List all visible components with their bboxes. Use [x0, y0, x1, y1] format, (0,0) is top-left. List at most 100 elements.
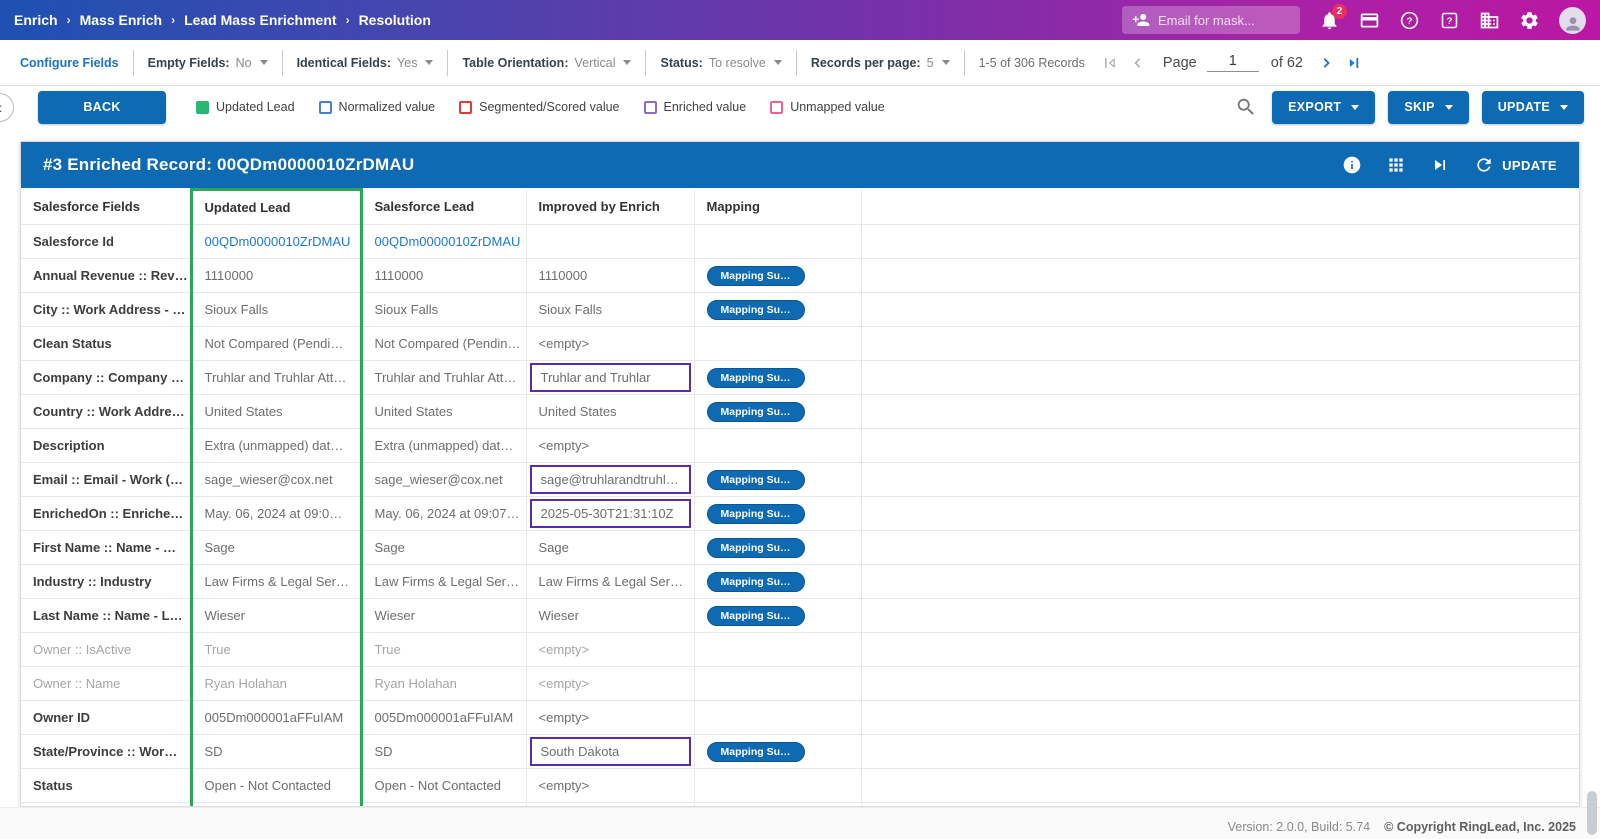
improved-by-enrich-cell[interactable]: 1110000 [526, 259, 694, 293]
updated-lead-cell[interactable]: True [191, 633, 361, 667]
email-mask-input[interactable] [1158, 13, 1286, 28]
updated-lead-cell[interactable]: Truhlar and Truhlar Att… [191, 361, 361, 395]
improved-by-enrich-cell[interactable]: <empty> [526, 701, 694, 735]
collapse-panel-button[interactable]: ‹ [0, 93, 14, 122]
help-square-icon[interactable]: ? [1439, 10, 1460, 31]
improved-by-enrich-cell[interactable] [526, 225, 694, 259]
page-number-input[interactable] [1207, 53, 1259, 72]
salesforce-lead-cell[interactable]: Sage [361, 531, 526, 565]
improved-by-enrich-cell[interactable]: 2025-05-30T21:31:10Z [526, 497, 694, 531]
updated-lead-cell[interactable]: Ryan Holahan [191, 667, 361, 701]
first-page-button[interactable] [1099, 52, 1121, 74]
settings-gear-icon[interactable] [1519, 10, 1540, 31]
updated-lead-cell[interactable]: Law Firms & Legal Ser… [191, 565, 361, 599]
mapping-status-badge[interactable]: Mapping Su… [707, 402, 805, 422]
company-building-icon[interactable] [1479, 10, 1500, 31]
mapping-cell: Mapping Su… [694, 565, 861, 599]
update-button[interactable]: UPDATE [1482, 91, 1584, 124]
breadcrumb-resolution[interactable]: Resolution [359, 12, 431, 28]
salesforce-lead-cell[interactable]: Truhlar and Truhlar Att… [361, 361, 526, 395]
updated-lead-cell[interactable]: 00QDm0000010ZrDMAU [191, 225, 361, 259]
back-button[interactable]: BACK [38, 91, 166, 124]
breadcrumb-mass-enrich[interactable]: Mass Enrich [80, 12, 162, 28]
empty-fields-filter[interactable]: Empty Fields: No [134, 50, 283, 76]
billing-card-icon[interactable] [1359, 10, 1380, 31]
col-header-improved-by-enrich: Improved by Enrich [526, 190, 694, 225]
mapping-status-badge[interactable]: Mapping Su… [707, 266, 805, 286]
grid-view-icon[interactable] [1386, 155, 1406, 175]
mapping-status-badge[interactable]: Mapping Su… [707, 504, 805, 524]
identical-fields-filter[interactable]: Identical Fields: Yes [283, 50, 449, 76]
updated-lead-cell[interactable]: Wieser [191, 599, 361, 633]
improved-by-enrich-cell[interactable]: <empty> [526, 429, 694, 463]
salesforce-lead-cell[interactable]: SD [361, 735, 526, 769]
configure-fields-link[interactable]: Configure Fields [20, 56, 119, 70]
improved-by-enrich-cell[interactable]: Wieser [526, 599, 694, 633]
last-page-button[interactable] [1343, 52, 1365, 74]
mapping-cell: Mapping Su… [694, 259, 861, 293]
salesforce-lead-cell[interactable]: Wieser [361, 599, 526, 633]
updated-lead-cell[interactable]: United States [191, 395, 361, 429]
improved-by-enrich-cell[interactable]: <empty> [526, 633, 694, 667]
updated-lead-cell[interactable]: Extra (unmapped) dat… [191, 429, 361, 463]
export-button[interactable]: EXPORT [1272, 91, 1375, 124]
skip-button[interactable]: SKIP [1388, 91, 1468, 124]
updated-lead-cell[interactable]: 1110000 [191, 259, 361, 293]
help-circle-icon[interactable]: ? [1399, 10, 1420, 31]
records-per-page-filter[interactable]: Records per page: 5 [797, 50, 965, 76]
improved-by-enrich-cell[interactable]: Law Firms & Legal Ser… [526, 565, 694, 599]
improved-by-enrich-cell[interactable]: South Dakota [526, 735, 694, 769]
mapping-status-badge[interactable]: Mapping Su… [707, 300, 805, 320]
salesforce-lead-cell[interactable]: Open - Not Contacted [361, 769, 526, 803]
mapping-status-badge[interactable]: Mapping Su… [707, 572, 805, 592]
field-name-cell: Clean Status [21, 327, 191, 361]
updated-lead-cell[interactable]: Sage [191, 531, 361, 565]
mapping-status-badge[interactable]: Mapping Su… [707, 606, 805, 626]
user-avatar[interactable] [1559, 7, 1586, 34]
improved-by-enrich-cell[interactable]: <empty> [526, 769, 694, 803]
salesforce-lead-cell[interactable]: 005Dm000001aFFuIAM [361, 701, 526, 735]
salesforce-lead-cell[interactable]: May. 06, 2024 at 09:07… [361, 497, 526, 531]
salesforce-lead-cell[interactable]: sage_wieser@cox.net [361, 463, 526, 497]
updated-lead-cell[interactable]: May. 06, 2024 at 09:0… [191, 497, 361, 531]
mapping-status-badge[interactable]: Mapping Su… [707, 470, 805, 490]
salesforce-lead-cell[interactable]: Law Firms & Legal Ser… [361, 565, 526, 599]
mapping-status-badge[interactable]: Mapping Su… [707, 742, 805, 762]
search-icon[interactable] [1233, 94, 1259, 120]
improved-by-enrich-cell[interactable]: <empty> [526, 667, 694, 701]
info-icon[interactable] [1342, 155, 1362, 175]
improved-by-enrich-cell[interactable]: Sioux Falls [526, 293, 694, 327]
breadcrumb-lead-mass-enrichment[interactable]: Lead Mass Enrichment [184, 12, 337, 28]
improved-by-enrich-cell[interactable]: <empty> [526, 327, 694, 361]
breadcrumb-enrich[interactable]: Enrich [14, 12, 58, 28]
updated-lead-cell[interactable]: SD [191, 735, 361, 769]
improved-by-enrich-cell[interactable]: Sage [526, 531, 694, 565]
mapping-status-badge[interactable]: Mapping Su… [707, 368, 805, 388]
updated-lead-cell[interactable]: Sioux Falls [191, 293, 361, 327]
previous-page-button[interactable] [1127, 52, 1149, 74]
skip-record-icon[interactable] [1430, 155, 1450, 175]
salesforce-lead-cell[interactable]: Extra (unmapped) dat… [361, 429, 526, 463]
next-page-button[interactable] [1315, 52, 1337, 74]
salesforce-lead-cell[interactable]: United States [361, 395, 526, 429]
salesforce-lead-cell[interactable]: 1110000 [361, 259, 526, 293]
improved-by-enrich-cell[interactable]: Truhlar and Truhlar [526, 361, 694, 395]
updated-lead-cell[interactable]: 005Dm000001aFFuIAM [191, 701, 361, 735]
notifications-bell-icon[interactable]: 2 [1319, 10, 1340, 31]
salesforce-lead-cell[interactable]: Ryan Holahan [361, 667, 526, 701]
scrollbar[interactable] [1587, 791, 1597, 835]
mapping-status-badge[interactable]: Mapping Su… [707, 538, 805, 558]
update-record-button[interactable]: UPDATE [1474, 155, 1557, 175]
updated-lead-cell[interactable]: Open - Not Contacted [191, 769, 361, 803]
table-orientation-filter[interactable]: Table Orientation: Vertical [448, 50, 646, 76]
updated-lead-cell[interactable]: sage_wieser@cox.net [191, 463, 361, 497]
updated-lead-cell[interactable]: Not Compared (Pendi… [191, 327, 361, 361]
salesforce-lead-cell[interactable]: Not Compared (Pendin… [361, 327, 526, 361]
salesforce-lead-cell[interactable]: True [361, 633, 526, 667]
salesforce-lead-cell[interactable]: Sioux Falls [361, 293, 526, 327]
salesforce-lead-cell[interactable]: 00QDm0000010ZrDMAU [361, 225, 526, 259]
improved-by-enrich-cell[interactable]: United States [526, 395, 694, 429]
improved-by-enrich-cell[interactable]: sage@truhlarandtruhl… [526, 463, 694, 497]
email-mask-field[interactable] [1122, 6, 1300, 34]
status-filter[interactable]: Status: To resolve [646, 50, 796, 76]
